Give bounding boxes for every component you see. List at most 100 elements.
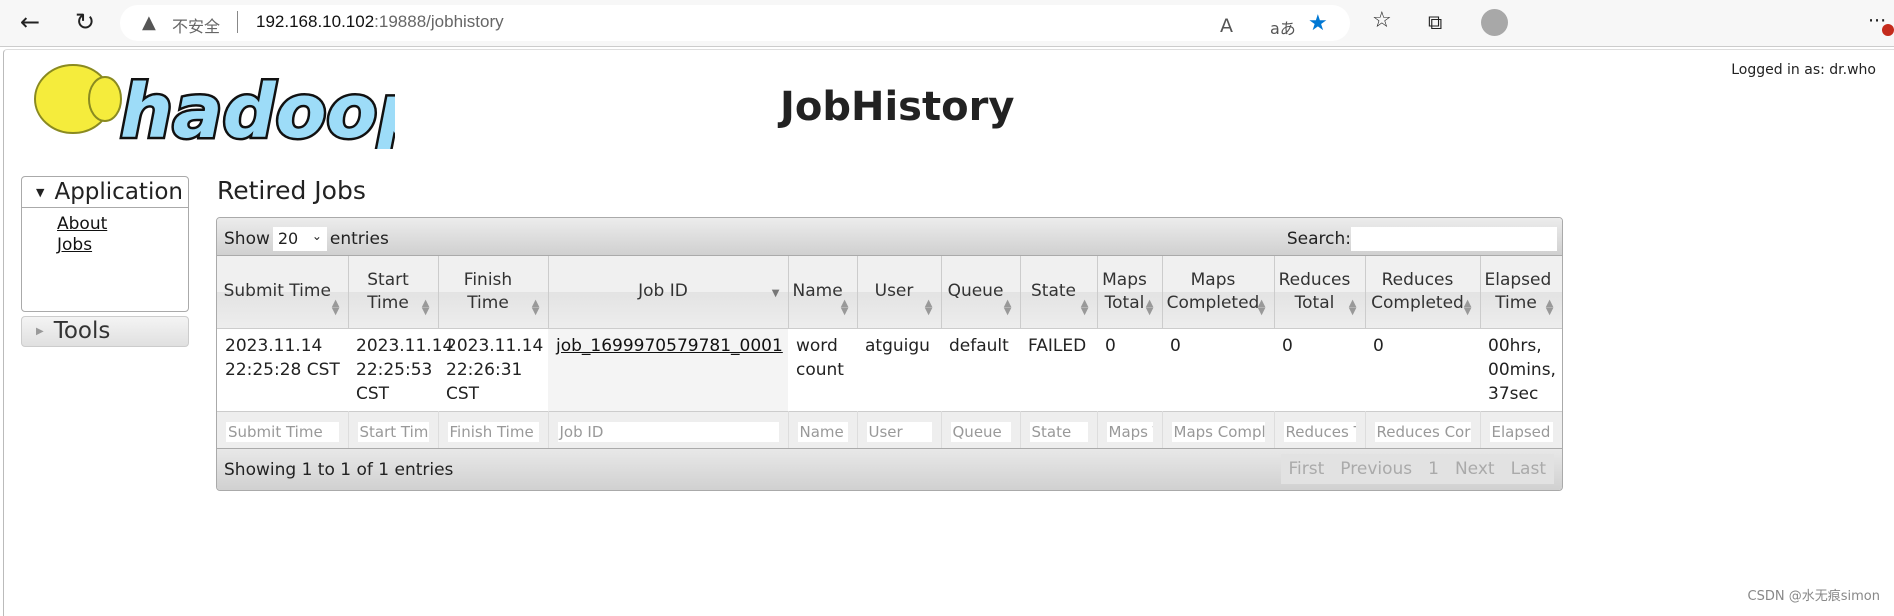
column-filter-input[interactable]: User [865, 420, 933, 443]
table-info: Showing 1 to 1 of 1 entries [224, 460, 454, 480]
column-header[interactable]: Name ▲ ▼ [788, 256, 858, 329]
column-label: Elapsed Time [1484, 269, 1552, 313]
column-filter-input[interactable]: Start Time [356, 420, 430, 443]
favorites-icon[interactable]: ☆ [1372, 8, 1392, 33]
logo-text: hadoop [120, 69, 395, 149]
column-filter-input[interactable]: Elapsed T [1488, 420, 1554, 443]
column-header[interactable]: Elapsed Time ▲ ▼ [1480, 256, 1562, 329]
hadoop-logo[interactable]: hadoop [25, 59, 395, 149]
browser-toolbar: ← ↻ ▲ 不安全 192.168.10.102:19888/jobhistor… [0, 0, 1894, 47]
column-label: Queue [947, 281, 1004, 302]
sort-icon: ▲ ▼ [840, 297, 849, 317]
column-filter-input[interactable]: Maps T [1105, 420, 1154, 443]
column-header[interactable]: Maps Total ▲ ▼ [1097, 256, 1163, 329]
column-label: Job ID [638, 281, 688, 302]
column-label: Reduces Completed [1371, 269, 1464, 313]
sort-icon: ▲ ▼ [421, 297, 430, 317]
reload-icon[interactable]: ↻ [75, 8, 95, 36]
column-filter-input[interactable]: State [1028, 420, 1089, 443]
url-text[interactable]: 192.168.10.102:19888/jobhistory [256, 12, 504, 32]
column-header[interactable]: Start Time ▲ ▼ [348, 256, 439, 329]
column-header[interactable]: Maps Completed ▲ ▼ [1162, 256, 1275, 329]
column-header[interactable]: Queue ▲ ▼ [941, 256, 1021, 329]
sidebar-link-about[interactable]: About [57, 214, 188, 235]
search-label: Search: [1286, 229, 1351, 249]
profile-avatar[interactable] [1481, 9, 1508, 36]
page-1[interactable]: 1 [1420, 454, 1447, 484]
collections-icon[interactable]: ⧉ [1428, 10, 1442, 34]
column-filter-input[interactable]: Job ID [556, 420, 780, 443]
sort-icon: ▲ ▼ [1080, 297, 1089, 317]
job-id-link[interactable]: job_1699970579781_0001 [556, 336, 783, 356]
sidebar-application: ▼ Application About Jobs [21, 176, 189, 312]
logged-in-text: Logged in as: dr.who [1731, 62, 1876, 78]
sort-icon: ▲ ▼ [1348, 297, 1357, 317]
column-header[interactable]: Reduces Completed ▲ ▼ [1365, 256, 1481, 329]
column-filter-input[interactable]: Name [796, 420, 849, 443]
column-label: Submit Time [223, 281, 331, 302]
column-filter-input[interactable]: Reduces T [1282, 420, 1357, 443]
sort-icon: ▲ ▼ [924, 297, 933, 317]
column-filter-input[interactable]: Maps Compl [1170, 420, 1266, 443]
column-header[interactable]: Job ID ▼ [548, 256, 789, 329]
translate-icon[interactable]: aあ [1270, 15, 1296, 39]
application-label: Application [54, 179, 183, 205]
sort-desc-icon: ▼ [771, 287, 780, 299]
column-filter-input[interactable]: Finish Time [446, 420, 540, 443]
table-cell: default [949, 335, 1009, 356]
table-cell: word count [796, 335, 844, 380]
back-icon[interactable]: ← [20, 8, 40, 36]
url-path: :19888/jobhistory [374, 12, 504, 31]
address-bar[interactable]: ▲ 不安全 192.168.10.102:19888/jobhistory A … [120, 5, 1350, 41]
page-previous[interactable]: Previous [1332, 454, 1420, 484]
table-cell: 0 [1282, 335, 1293, 356]
column-filter-input[interactable]: Submit Time [225, 420, 340, 443]
column-header[interactable]: Finish Time ▲ ▼ [438, 256, 549, 329]
page-first[interactable]: First [1281, 454, 1333, 484]
chevron-down-icon: ⌄ [311, 229, 322, 243]
pagination: First Previous 1 Next Last [1280, 454, 1554, 484]
table-row: 2023.11.14 22:25:28 CST 2023.11.14 22:25:… [217, 328, 1562, 411]
page-last[interactable]: Last [1503, 454, 1554, 484]
sidebar-link-jobs[interactable]: Jobs [57, 235, 188, 256]
search-input[interactable] [1351, 227, 1557, 251]
column-filter-input[interactable]: Queue [949, 420, 1012, 443]
sort-icon: ▲ ▼ [1145, 297, 1154, 317]
entries-label: entries [329, 229, 389, 249]
table-cell: 2023.11.14 22:25:53 CST [356, 335, 454, 404]
show-label: Show [224, 229, 270, 249]
sort-icon: ▲ ▼ [1463, 297, 1472, 317]
page-next[interactable]: Next [1447, 454, 1503, 484]
column-header[interactable]: Reduces Total ▲ ▼ [1274, 256, 1366, 329]
table-cell: 0 [1105, 335, 1116, 356]
column-label: User [874, 281, 914, 302]
jobs-table: Show 20 ⌄ entries Search: Submit Time ▲ ▼ Star… [216, 217, 1563, 491]
column-label: State [1031, 281, 1076, 302]
column-header[interactable]: State ▲ ▼ [1020, 256, 1098, 329]
triangle-right-icon: ▶ [36, 326, 44, 337]
column-label: Finish Time [463, 269, 513, 313]
column-header[interactable]: User ▲ ▼ [857, 256, 942, 329]
favorite-star-icon[interactable]: ★ [1308, 11, 1328, 36]
page-title: JobHistory [780, 84, 1015, 130]
sort-icon: ▲ ▼ [1003, 297, 1012, 317]
entries-select[interactable]: 20 ⌄ [272, 227, 327, 251]
watermark: CSDN @水无痕simon [1747, 589, 1880, 604]
table-cell: 2023.11.14 22:26:31 CST [446, 335, 544, 404]
column-filter-input[interactable]: Reduces Cor [1373, 420, 1472, 443]
column-header[interactable]: Submit Time ▲ ▼ [217, 256, 349, 329]
tools-label: Tools [53, 318, 111, 344]
table-cell: 00hrs, 00mins, 37sec [1488, 335, 1556, 404]
table-cell: atguigu [865, 335, 930, 356]
sidebar-tools[interactable]: ▶ Tools [21, 316, 189, 347]
column-label: Start Time [367, 269, 409, 313]
read-aloud-icon[interactable]: A [1220, 15, 1233, 37]
section-heading: Retired Jobs [217, 176, 366, 205]
table-cell: 0 [1170, 335, 1181, 356]
application-header[interactable]: ▼ Application [22, 177, 188, 208]
url-host: 192.168.10.102 [256, 12, 375, 31]
table-cell: 0 [1373, 335, 1384, 356]
column-label: Name [792, 281, 843, 302]
table-cell: job_1699970579781_0001 [548, 328, 788, 411]
table-cell: 2023.11.14 22:25:28 CST [225, 335, 340, 380]
